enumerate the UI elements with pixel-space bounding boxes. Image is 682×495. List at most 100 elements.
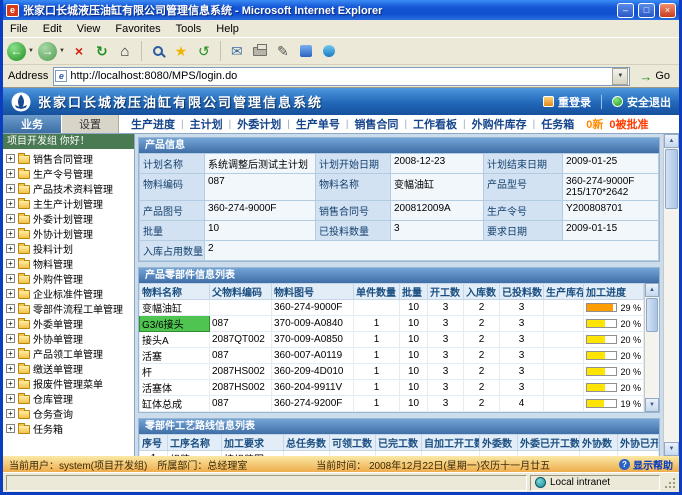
table-row[interactable]: 变幅油缸 360-274-9000F 10 3 2 3 29 % [140, 300, 644, 316]
scroll-thumb[interactable] [646, 298, 658, 332]
col-self-started[interactable]: 自加工开工数 [422, 435, 480, 451]
col-fed[interactable]: 已投料数 [500, 284, 544, 300]
expander-icon[interactable]: + [6, 319, 15, 328]
tree-item-outsource-plan[interactable]: +外委计划管理 [3, 211, 134, 226]
expander-icon[interactable]: + [6, 199, 15, 208]
show-help-link[interactable]: ? 显示帮助 [619, 457, 673, 472]
address-input[interactable] [70, 69, 612, 84]
favorites-icon[interactable]: ★ [171, 41, 191, 61]
print-icon[interactable] [250, 41, 270, 61]
expander-icon[interactable]: + [6, 394, 15, 403]
maximize-button[interactable]: □ [638, 3, 655, 18]
scroll-up-icon[interactable]: ▲ [645, 283, 659, 297]
forward-icon[interactable]: → [38, 42, 57, 61]
nav-task-box[interactable]: 任务箱 [535, 116, 580, 132]
table-row[interactable]: 接头A 2087QT002 370-009-A0850 1 10 3 2 3 [140, 332, 644, 348]
menu-edit[interactable]: Edit [43, 23, 62, 35]
mail-icon[interactable]: ✉ [227, 41, 247, 61]
expander-icon[interactable]: + [6, 304, 15, 313]
menu-tools[interactable]: Tools [176, 23, 202, 35]
expander-icon[interactable]: + [6, 184, 15, 193]
relogin-button[interactable]: 重登录 [543, 94, 591, 110]
search-icon[interactable] [148, 41, 168, 61]
expander-icon[interactable]: + [6, 379, 15, 388]
tree-item-purchased[interactable]: +外购件管理 [3, 271, 134, 286]
col-outsource[interactable]: 外委数 [480, 435, 518, 451]
messenger-icon[interactable] [319, 41, 339, 61]
home-icon[interactable]: ⌂ [115, 41, 135, 61]
scroll-thumb[interactable] [665, 149, 678, 209]
tree-item-process-orders[interactable]: +零部件流程工单管理 [3, 301, 134, 316]
tree-item-coop-plan[interactable]: +外协计划管理 [3, 226, 134, 241]
table-row[interactable]: 缸体总成 087 360-274-9200F 1 10 3 2 4 19 [140, 396, 644, 412]
expander-icon[interactable]: + [6, 244, 15, 253]
expander-icon[interactable]: + [6, 229, 15, 238]
expander-icon[interactable]: + [6, 364, 15, 373]
menu-file[interactable]: File [10, 23, 28, 35]
col-process-name[interactable]: 工序名称 [168, 435, 222, 451]
col-started[interactable]: 开工数 [428, 284, 464, 300]
col-total-tasks[interactable]: 总任务数 [284, 435, 330, 451]
expander-icon[interactable]: + [6, 424, 15, 433]
col-seq[interactable]: 序号 [140, 435, 168, 451]
tree-item-material[interactable]: +物料管理 [3, 256, 134, 271]
col-coop-started[interactable]: 外协已开工数 [618, 435, 659, 451]
table-row[interactable]: 活塞 087 360-007-A0119 1 10 3 2 3 20 % [140, 348, 644, 364]
col-prod-stock[interactable]: 生产库存 [544, 284, 584, 300]
back-icon[interactable]: ← [7, 42, 26, 61]
expander-icon[interactable]: + [6, 214, 15, 223]
badge-approved-count[interactable]: 0被批准 [609, 116, 648, 132]
expander-icon[interactable]: + [6, 409, 15, 418]
tree-item-product-work-orders[interactable]: +产品领工单管理 [3, 346, 134, 361]
nav-purchased-stock[interactable]: 外购件库存 [466, 116, 533, 132]
expander-icon[interactable]: + [6, 349, 15, 358]
col-unit-qty[interactable]: 单件数量 [354, 284, 400, 300]
tree-item-feeding-plan[interactable]: +投料计划 [3, 241, 134, 256]
forward-dropdown-icon[interactable]: ▼ [59, 48, 65, 54]
expander-icon[interactable]: + [6, 169, 15, 178]
col-batch[interactable]: 批量 [400, 284, 428, 300]
tree-item-coop-orders[interactable]: +外协单管理 [3, 331, 134, 346]
expander-icon[interactable]: + [6, 259, 15, 268]
nav-sales-contract[interactable]: 销售合同 [348, 116, 404, 132]
nav-production-order[interactable]: 生产单号 [290, 116, 346, 132]
content-scrollbar[interactable]: ▲ ▼ [663, 134, 679, 456]
history-icon[interactable]: ↺ [194, 41, 214, 61]
col-progress[interactable]: 加工进度 [584, 284, 644, 300]
nav-master-plan[interactable]: 主计划 [184, 116, 229, 132]
table-row[interactable]: G3/6接头 087 370-009-A0840 1 10 3 2 3 2 [140, 316, 644, 332]
table-row[interactable]: 活塞体 2087HS002 360-204-9911V 1 10 3 2 3 [140, 380, 644, 396]
resize-grip[interactable] [663, 476, 676, 489]
col-finished[interactable]: 已完工数 [376, 435, 422, 451]
edit-icon[interactable]: ✎ [273, 41, 293, 61]
logout-button[interactable]: 安全退出 [612, 94, 671, 110]
scroll-track[interactable] [645, 297, 659, 398]
title-bar[interactable]: e 张家口长城液压油缸有限公司管理信息系统 - Microsoft Intern… [3, 0, 679, 20]
col-requirement[interactable]: 加工要求 [222, 435, 284, 451]
discuss-icon[interactable] [296, 41, 316, 61]
col-drawing-no[interactable]: 物料图号 [272, 284, 354, 300]
badge-new-count[interactable]: 0新 [586, 116, 603, 132]
tree-item-outsource-orders[interactable]: +外委单管理 [3, 316, 134, 331]
col-in-stock[interactable]: 入库数 [464, 284, 500, 300]
tree-item-task-box[interactable]: +任务箱 [3, 421, 134, 436]
table-row[interactable]: 杆 2087HS002 360-209-4D010 1 10 3 2 3 [140, 364, 644, 380]
back-dropdown-icon[interactable]: ▼ [28, 48, 34, 54]
nav-production-progress[interactable]: 生产进度 [125, 116, 181, 132]
scroll-down-icon[interactable]: ▼ [645, 398, 659, 412]
col-parent-code[interactable]: 父物料编码 [210, 284, 272, 300]
tree-item-tech-docs[interactable]: +产品技术资料管理 [3, 181, 134, 196]
tree-item-warehouse-query[interactable]: +仓务查询 [3, 406, 134, 421]
tab-settings[interactable]: 设置 [61, 115, 119, 133]
scroll-down-icon[interactable]: ▼ [664, 442, 679, 456]
parts-table-scrollbar[interactable]: ▲ ▼ [644, 283, 659, 412]
expander-icon[interactable]: + [6, 154, 15, 163]
close-button[interactable]: × [659, 3, 676, 18]
menu-view[interactable]: View [77, 23, 101, 35]
scroll-track[interactable] [664, 148, 679, 442]
nav-outsource-plan[interactable]: 外委计划 [231, 116, 287, 132]
address-dropdown-icon[interactable]: ▼ [612, 68, 628, 85]
go-button[interactable]: → Go [635, 69, 674, 84]
expander-icon[interactable]: + [6, 334, 15, 343]
tree-item-warehouse[interactable]: +仓库管理 [3, 391, 134, 406]
